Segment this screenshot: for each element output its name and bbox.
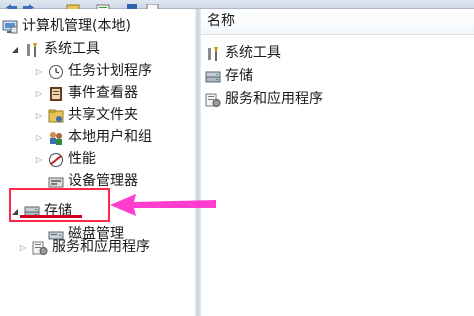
tree-node-event-viewer[interactable]: ▷ 事件查看器 [34, 83, 138, 104]
tree-node-label: 系统工具 [44, 41, 100, 57]
help-icon[interactable] [126, 0, 140, 11]
services-icon [205, 92, 221, 108]
tree-node-performance[interactable]: ▷ 性能 [34, 149, 96, 170]
computer-management-icon [2, 19, 18, 35]
tree-node-label: 共享文件夹 [68, 107, 138, 123]
list-item-storage[interactable]: 存储 [205, 66, 253, 87]
expand-icon[interactable]: ▷ [34, 111, 44, 121]
collapse-icon[interactable]: ◢ [10, 45, 20, 55]
services-icon [32, 240, 48, 256]
list-item-label: 系统工具 [225, 45, 281, 61]
view-icon[interactable] [146, 0, 160, 12]
folder-up-icon[interactable] [66, 0, 80, 12]
expand-icon[interactable]: ▷ [34, 155, 44, 165]
expand-icon[interactable]: ▷ [18, 243, 28, 253]
navigation-tree: 计算机管理(本地) ◢ 系统工具 ▷ 任务计划程序 ▷ 事件查看器 ▷ 共享文件… [0, 9, 195, 316]
tree-node-computer-management[interactable]: 计算机管理(本地) [2, 16, 131, 37]
tree-node-label: 计算机管理(本地) [22, 18, 131, 34]
column-header-name[interactable]: 名称 [201, 9, 474, 35]
list-item-label: 服务和应用程序 [225, 91, 323, 107]
expand-icon[interactable]: ▷ [34, 67, 44, 77]
tree-node-label: 服务和应用程序 [52, 239, 150, 255]
clock-icon [48, 64, 64, 80]
tree-node-label: 性能 [68, 151, 96, 167]
tools-icon [205, 46, 221, 62]
list-item-services-applications[interactable]: 服务和应用程序 [205, 89, 323, 110]
storage-icon [205, 69, 221, 85]
column-header-label: 名称 [207, 13, 235, 29]
list-item-label: 存储 [225, 68, 253, 84]
tree-node-local-users-groups[interactable]: ▷ 本地用户和组 [34, 127, 152, 148]
tree-node-label: 任务计划程序 [68, 63, 152, 79]
annotation-underline [20, 215, 82, 218]
tree-node-label: 事件查看器 [68, 85, 138, 101]
tree-node-shared-folders[interactable]: ▷ 共享文件夹 [34, 105, 138, 126]
toolbar [0, 0, 474, 12]
tree-node-label: 本地用户和组 [68, 129, 152, 145]
forward-icon[interactable] [22, 0, 36, 11]
tools-icon [24, 42, 40, 58]
tree-node-services-applications[interactable]: ▷ 服务和应用程序 [18, 237, 150, 258]
event-viewer-icon [48, 86, 64, 102]
details-list: 名称 系统工具 存储 服务和应用程序 [201, 9, 474, 316]
shared-folder-icon [48, 108, 64, 124]
expand-icon[interactable]: ▷ [34, 89, 44, 99]
expand-icon[interactable]: ▷ [34, 133, 44, 143]
properties-icon[interactable] [96, 0, 110, 12]
tree-node-task-scheduler[interactable]: ▷ 任务计划程序 [34, 61, 152, 82]
tree-node-system-tools[interactable]: ◢ 系统工具 [10, 39, 100, 60]
annotation-arrow-icon [110, 194, 216, 216]
list-item-system-tools[interactable]: 系统工具 [205, 43, 281, 64]
back-icon[interactable] [4, 0, 18, 11]
users-icon [48, 130, 64, 146]
performance-icon [48, 152, 64, 168]
